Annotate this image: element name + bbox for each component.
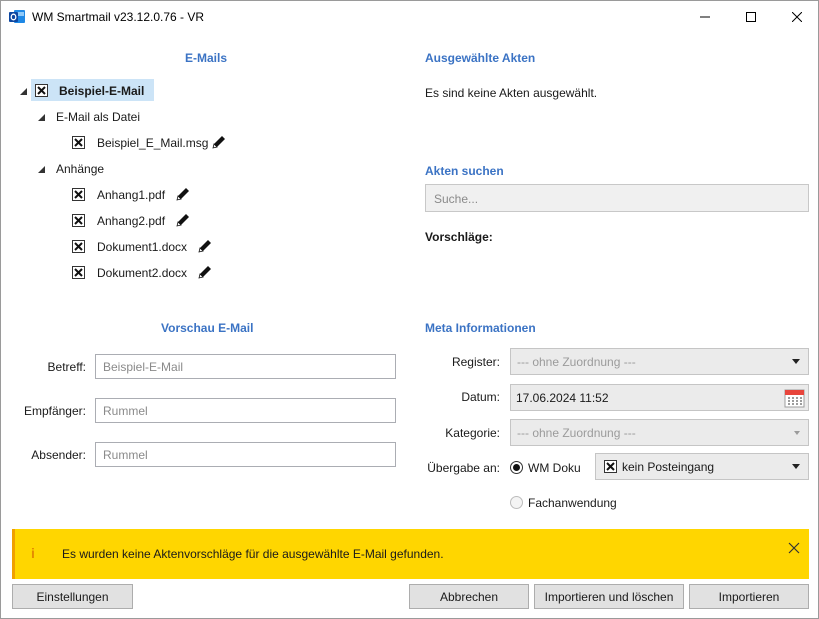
checkmark-x-icon (74, 268, 83, 277)
tree-item-msg-file[interactable]: Beispiel_E_Mail.msg (97, 136, 208, 150)
no-files-selected-text: Es sind keine Akten ausgewählt. (425, 86, 598, 100)
import-and-delete-button[interactable]: Importieren und löschen (534, 584, 684, 609)
meta-heading: Meta Informationen (425, 321, 536, 335)
checkmark-x-icon (74, 190, 83, 199)
pencil-icon[interactable] (175, 186, 191, 202)
chevron-down-icon (792, 359, 800, 364)
date-value: 17.06.2024 11:52 (516, 391, 609, 405)
category-value: --- ohne Zuordnung --- (517, 426, 636, 440)
radio-wm-doku[interactable] (510, 461, 523, 474)
search-files-heading: Akten suchen (425, 164, 504, 178)
sender-label: Absender: (31, 448, 86, 462)
radio-fachanwendung[interactable] (510, 496, 523, 509)
tree-item-root-email[interactable]: Beispiel-E-Mail (59, 84, 144, 98)
expanded-triangle-icon[interactable] (19, 87, 27, 95)
register-value: --- ohne Zuordnung --- (517, 355, 636, 369)
app-window: WM Smartmail v23.12.0.76 - VR E-Mails Be… (0, 0, 819, 619)
suggestions-label: Vorschläge: (425, 230, 493, 244)
search-input[interactable]: Suche... (425, 184, 809, 212)
subject-label: Betreff: (47, 360, 86, 374)
file-checkbox-anhang2[interactable] (72, 214, 85, 227)
chevron-down-icon (794, 431, 800, 435)
inbox-dropdown[interactable]: kein Posteingang (595, 453, 809, 480)
pencil-icon[interactable] (197, 238, 213, 254)
checkmark-x-icon (37, 86, 46, 95)
pencil-icon[interactable] (197, 264, 213, 280)
tree-item-anhang1[interactable]: Anhang1.pdf (97, 188, 165, 202)
checkmark-x-icon (606, 462, 615, 471)
notification-accent-stripe (12, 529, 15, 579)
inbox-checkbox[interactable] (604, 460, 617, 473)
tree-item-dokument2[interactable]: Dokument2.docx (97, 266, 187, 280)
checkmark-x-icon (74, 216, 83, 225)
info-icon: i (31, 545, 35, 561)
pencil-icon[interactable] (175, 212, 191, 228)
maximize-icon (746, 12, 756, 22)
settings-button[interactable]: Einstellungen (12, 584, 133, 609)
expanded-triangle-icon[interactable] (37, 113, 45, 121)
recipient-label: Empfänger: (23, 404, 86, 418)
inbox-value: kein Posteingang (622, 460, 715, 474)
cancel-button[interactable]: Abbrechen (409, 584, 529, 609)
file-checkbox-dokument2[interactable] (72, 266, 85, 279)
maximize-button[interactable] (728, 1, 774, 33)
expanded-triangle-icon[interactable] (37, 165, 45, 173)
selected-files-heading: Ausgewählte Akten (425, 51, 536, 65)
register-dropdown[interactable]: --- ohne Zuordnung --- (510, 348, 809, 375)
radio-wm-doku-label[interactable]: WM Doku (528, 461, 581, 475)
date-picker[interactable]: 17.06.2024 11:52 (510, 384, 809, 411)
file-checkbox-msg[interactable] (72, 136, 85, 149)
file-checkbox-dokument1[interactable] (72, 240, 85, 253)
category-dropdown[interactable]: --- ohne Zuordnung --- (510, 419, 809, 446)
window-title: WM Smartmail v23.12.0.76 - VR (32, 10, 205, 24)
outlook-app-icon (9, 10, 25, 23)
close-icon (792, 12, 802, 22)
title-bar[interactable]: WM Smartmail v23.12.0.76 - VR (1, 1, 818, 33)
checkmark-x-icon (74, 138, 83, 147)
file-checkbox-anhang1[interactable] (72, 188, 85, 201)
tree-item-dokument1[interactable]: Dokument1.docx (97, 240, 187, 254)
notification-text: Es wurden keine Aktenvorschläge für die … (62, 547, 444, 561)
handover-label: Übergabe an: (427, 461, 500, 475)
tree-group-email-file[interactable]: E-Mail als Datei (56, 110, 140, 124)
checkmark-x-icon (74, 242, 83, 251)
root-email-checkbox[interactable] (35, 84, 48, 97)
subject-field[interactable]: Beispiel-E-Mail (95, 354, 396, 379)
close-button[interactable] (774, 1, 819, 33)
radio-fachanwendung-label[interactable]: Fachanwendung (528, 496, 617, 510)
tree-item-anhang2[interactable]: Anhang2.pdf (97, 214, 165, 228)
import-button[interactable]: Importieren (689, 584, 809, 609)
close-icon[interactable] (787, 541, 801, 555)
pencil-icon[interactable] (211, 134, 227, 150)
tree-group-attachments[interactable]: Anhänge (56, 162, 104, 176)
sender-field[interactable]: Rummel (95, 442, 396, 467)
minimize-button[interactable] (682, 1, 728, 33)
calendar-icon[interactable] (784, 387, 805, 408)
chevron-down-icon (792, 464, 800, 469)
preview-heading: Vorschau E-Mail (161, 321, 254, 335)
notification-bar: i Es wurden keine Aktenvorschläge für di… (12, 529, 809, 579)
emails-heading: E-Mails (185, 51, 228, 65)
date-label: Datum: (461, 390, 500, 404)
category-label: Kategorie: (445, 426, 500, 440)
register-label: Register: (451, 355, 500, 369)
minimize-icon (700, 16, 710, 18)
recipient-field[interactable]: Rummel (95, 398, 396, 423)
